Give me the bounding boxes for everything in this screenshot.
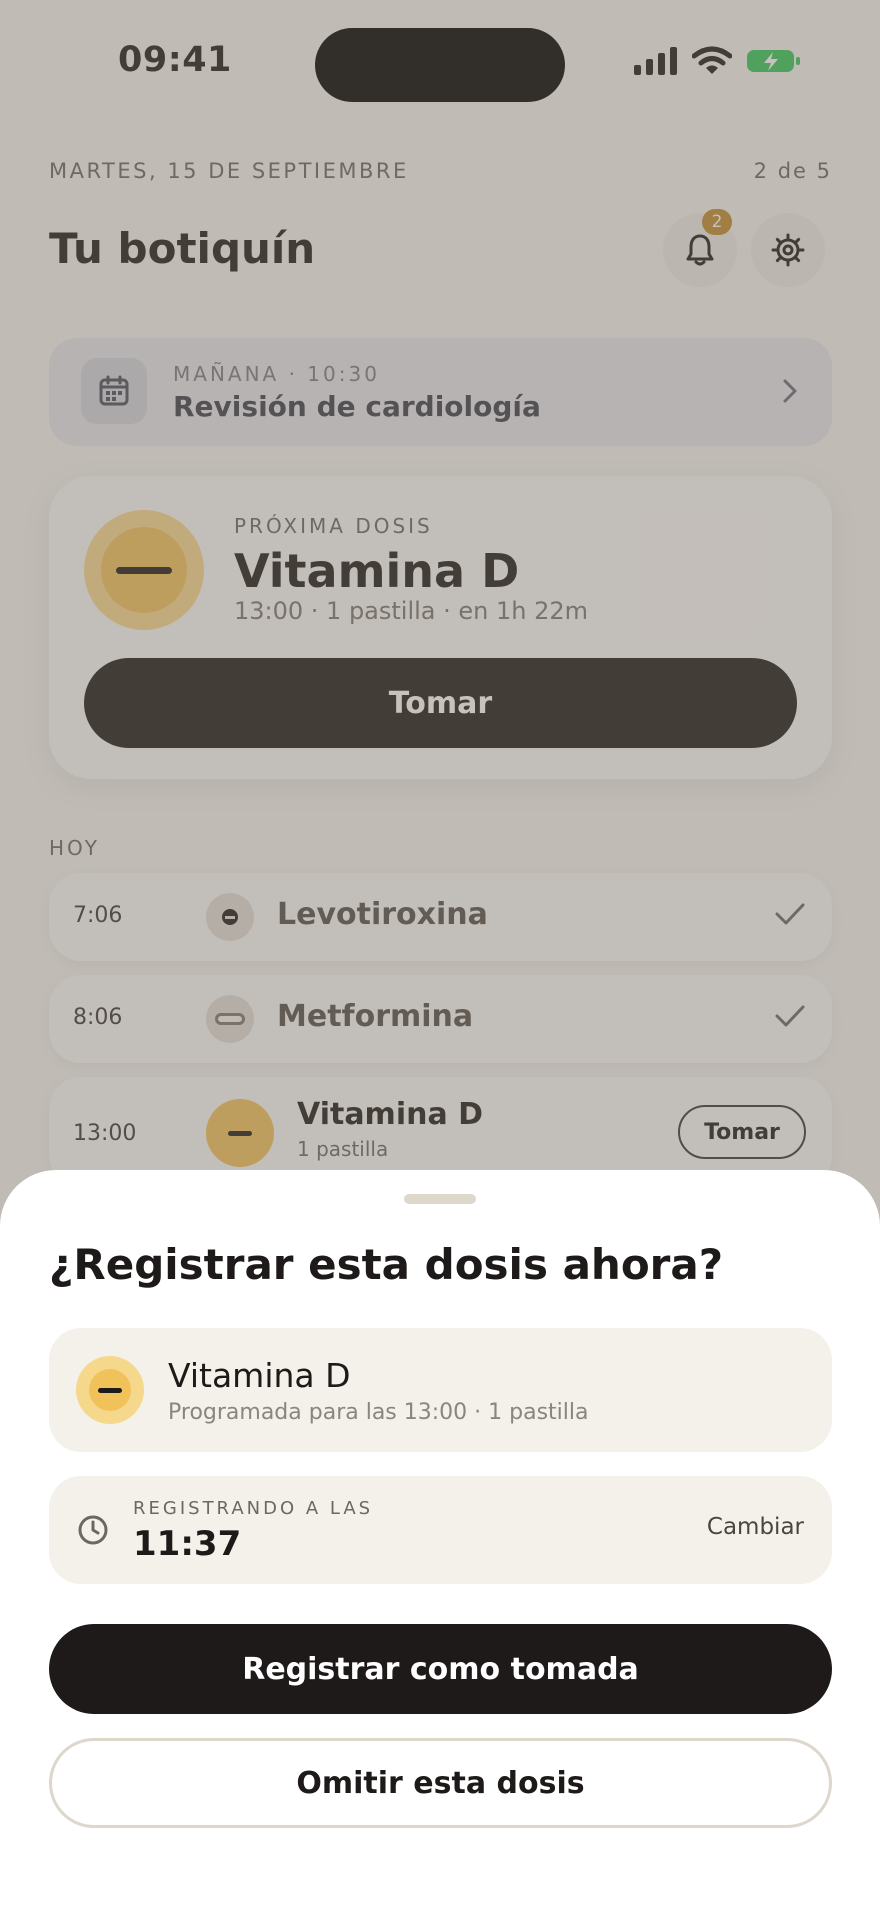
register-taken-button[interactable]: Registrar como tomada (49, 1624, 832, 1714)
medication-name: Vitamina D (168, 1356, 351, 1395)
medication-schedule: Programada para las 13:00 · 1 pastilla (168, 1400, 589, 1425)
app-screen: 09:41 MARTES, 15 DE SEPTIEMBRE 2 de 5 Tu (0, 0, 880, 1912)
registration-time-card: REGISTRANDO A LAS 11:37 Cambiar (49, 1476, 832, 1584)
medication-card: Vitamina D Programada para las 13:00 · 1… (49, 1328, 832, 1452)
registering-label: REGISTRANDO A LAS (133, 1498, 374, 1519)
skip-dose-button[interactable]: Omitir esta dosis (49, 1738, 832, 1828)
pill-icon (76, 1356, 144, 1424)
sheet-title: ¿Registrar esta dosis ahora? (49, 1240, 724, 1289)
sheet-grabber[interactable] (404, 1194, 476, 1204)
register-dose-sheet: ¿Registrar esta dosis ahora? Vitamina D … (0, 1170, 880, 1912)
clock-icon (78, 1515, 108, 1545)
change-time-button[interactable]: Cambiar (707, 1514, 804, 1540)
registering-time: 11:37 (133, 1524, 242, 1564)
